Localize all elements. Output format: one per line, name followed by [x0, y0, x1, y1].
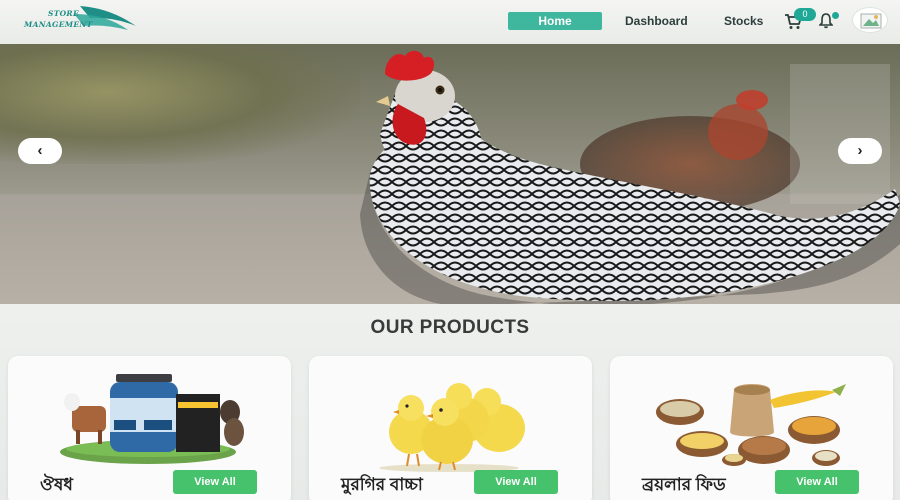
nav-dashboard-link[interactable]: Dashboard [625, 14, 688, 28]
logo-text-line1: STORE [48, 9, 79, 18]
view-all-button[interactable]: View All [474, 470, 558, 494]
carousel-prev-button[interactable]: ‹ [18, 138, 62, 164]
notification-dot [832, 12, 839, 19]
navbar: STORE MANAGEMENT Home Dashboard Stocks 0 [0, 0, 900, 44]
nav-stocks-link[interactable]: Stocks [724, 14, 763, 28]
product-card-title: ঔষধ [40, 475, 73, 494]
feed-product-image [656, 384, 846, 466]
store-logo[interactable]: STORE MANAGEMENT [18, 2, 140, 40]
nav-home-button[interactable]: Home [508, 12, 602, 30]
logo-text-line2: MANAGEMENT [24, 20, 93, 29]
view-all-button[interactable]: View All [173, 470, 257, 494]
product-card-chicks[interactable]: মুরগির বাচ্চা View All [309, 356, 592, 500]
avatar[interactable] [852, 7, 888, 33]
hero-carousel: ‹ › [0, 44, 900, 304]
medicine-product-image [60, 374, 244, 464]
product-card-feed[interactable]: ব্রয়লার ফিড View All [610, 356, 893, 500]
cart-count-badge: 0 [794, 8, 816, 21]
chicks-product-image [379, 383, 525, 472]
product-card-title: ব্রয়লার ফিড [642, 475, 726, 494]
hero-chicken-image [360, 50, 900, 304]
bell-icon[interactable] [819, 13, 833, 29]
view-all-button[interactable]: View All [775, 470, 859, 494]
avatar-image-icon [860, 13, 882, 29]
products-section: OUR PRODUCTS ঔষধ View All মুরগির বাচ্চা … [0, 304, 900, 500]
products-heading: OUR PRODUCTS [370, 317, 530, 338]
product-card-title: মুরগির বাচ্চা [341, 475, 423, 494]
product-card-medicine[interactable]: ঔষধ View All [8, 356, 291, 500]
carousel-next-button[interactable]: › [838, 138, 882, 164]
